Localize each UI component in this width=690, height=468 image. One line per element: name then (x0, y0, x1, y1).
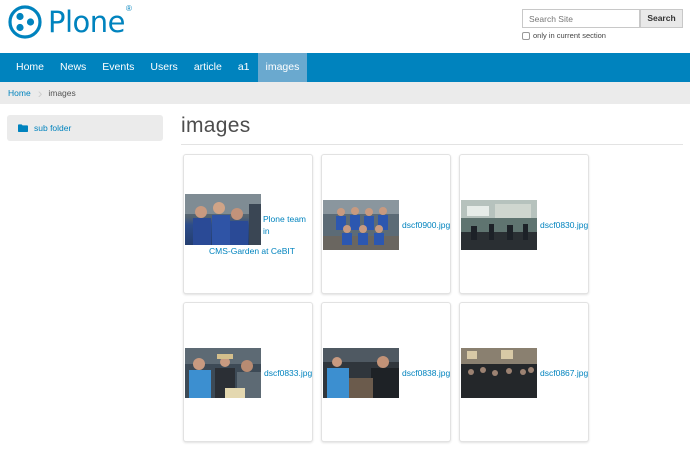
nav-item-events[interactable]: Events (94, 53, 142, 82)
image-card[interactable]: dscf0833.jpg (183, 302, 313, 442)
image-card[interactable]: dscf0838.jpg (321, 302, 451, 442)
logo-text: Plone (48, 5, 126, 39)
image-caption[interactable]: dscf0867.jpg (540, 367, 588, 379)
sidebar-item-label: sub folder (34, 123, 72, 133)
breadcrumb: Home › images (0, 82, 690, 104)
image-card[interactable]: Plone team in CMS-Garden at CeBIT (183, 154, 313, 294)
image-thumbnail[interactable] (323, 200, 399, 250)
image-thumbnail[interactable] (461, 200, 537, 250)
image-thumbnail[interactable] (461, 348, 537, 398)
image-caption[interactable]: dscf0900.jpg (402, 219, 450, 231)
image-card[interactable]: dscf0900.jpg (321, 154, 451, 294)
site-logo[interactable]: Plone ® (8, 3, 132, 40)
registered-mark: ® (126, 3, 132, 13)
image-caption[interactable]: dscf0833.jpg (264, 367, 312, 379)
main-navigation: Home News Events Users article a1 images (0, 53, 690, 82)
nav-item-images[interactable]: images (257, 53, 308, 82)
image-caption[interactable]: CMS-Garden at CeBIT (209, 245, 295, 257)
image-card[interactable]: dscf0830.jpg (459, 154, 589, 294)
search-button[interactable]: Search (640, 9, 683, 28)
image-caption[interactable]: dscf0830.jpg (540, 219, 588, 231)
nav-item-home[interactable]: Home (0, 53, 52, 82)
current-section-label: only in current section (533, 31, 606, 40)
title-divider (181, 144, 683, 145)
image-card[interactable]: dscf0867.jpg (459, 302, 589, 442)
nav-item-users[interactable]: Users (142, 53, 185, 82)
current-section-checkbox[interactable] (522, 31, 530, 40)
image-thumbnail[interactable] (323, 348, 399, 398)
nav-item-article[interactable]: article (186, 53, 230, 82)
breadcrumb-current: images (48, 88, 76, 98)
nav-item-a1[interactable]: a1 (230, 53, 258, 82)
search-input[interactable]: Search Site (522, 9, 640, 28)
image-thumbnail[interactable] (185, 194, 261, 245)
sidebar-item-sub-folder[interactable]: sub folder (7, 115, 163, 141)
image-thumbnail[interactable] (185, 348, 261, 398)
breadcrumb-separator-icon: › (37, 85, 43, 101)
breadcrumb-home[interactable]: Home (0, 88, 31, 98)
nav-item-news[interactable]: News (52, 53, 94, 82)
image-caption[interactable]: Plone team in (263, 213, 312, 237)
plone-logo-icon (8, 5, 42, 39)
current-section-option[interactable]: only in current section (522, 31, 606, 40)
folder-icon (18, 124, 28, 132)
image-caption[interactable]: dscf0838.jpg (402, 367, 450, 379)
page-title: images (181, 114, 251, 137)
